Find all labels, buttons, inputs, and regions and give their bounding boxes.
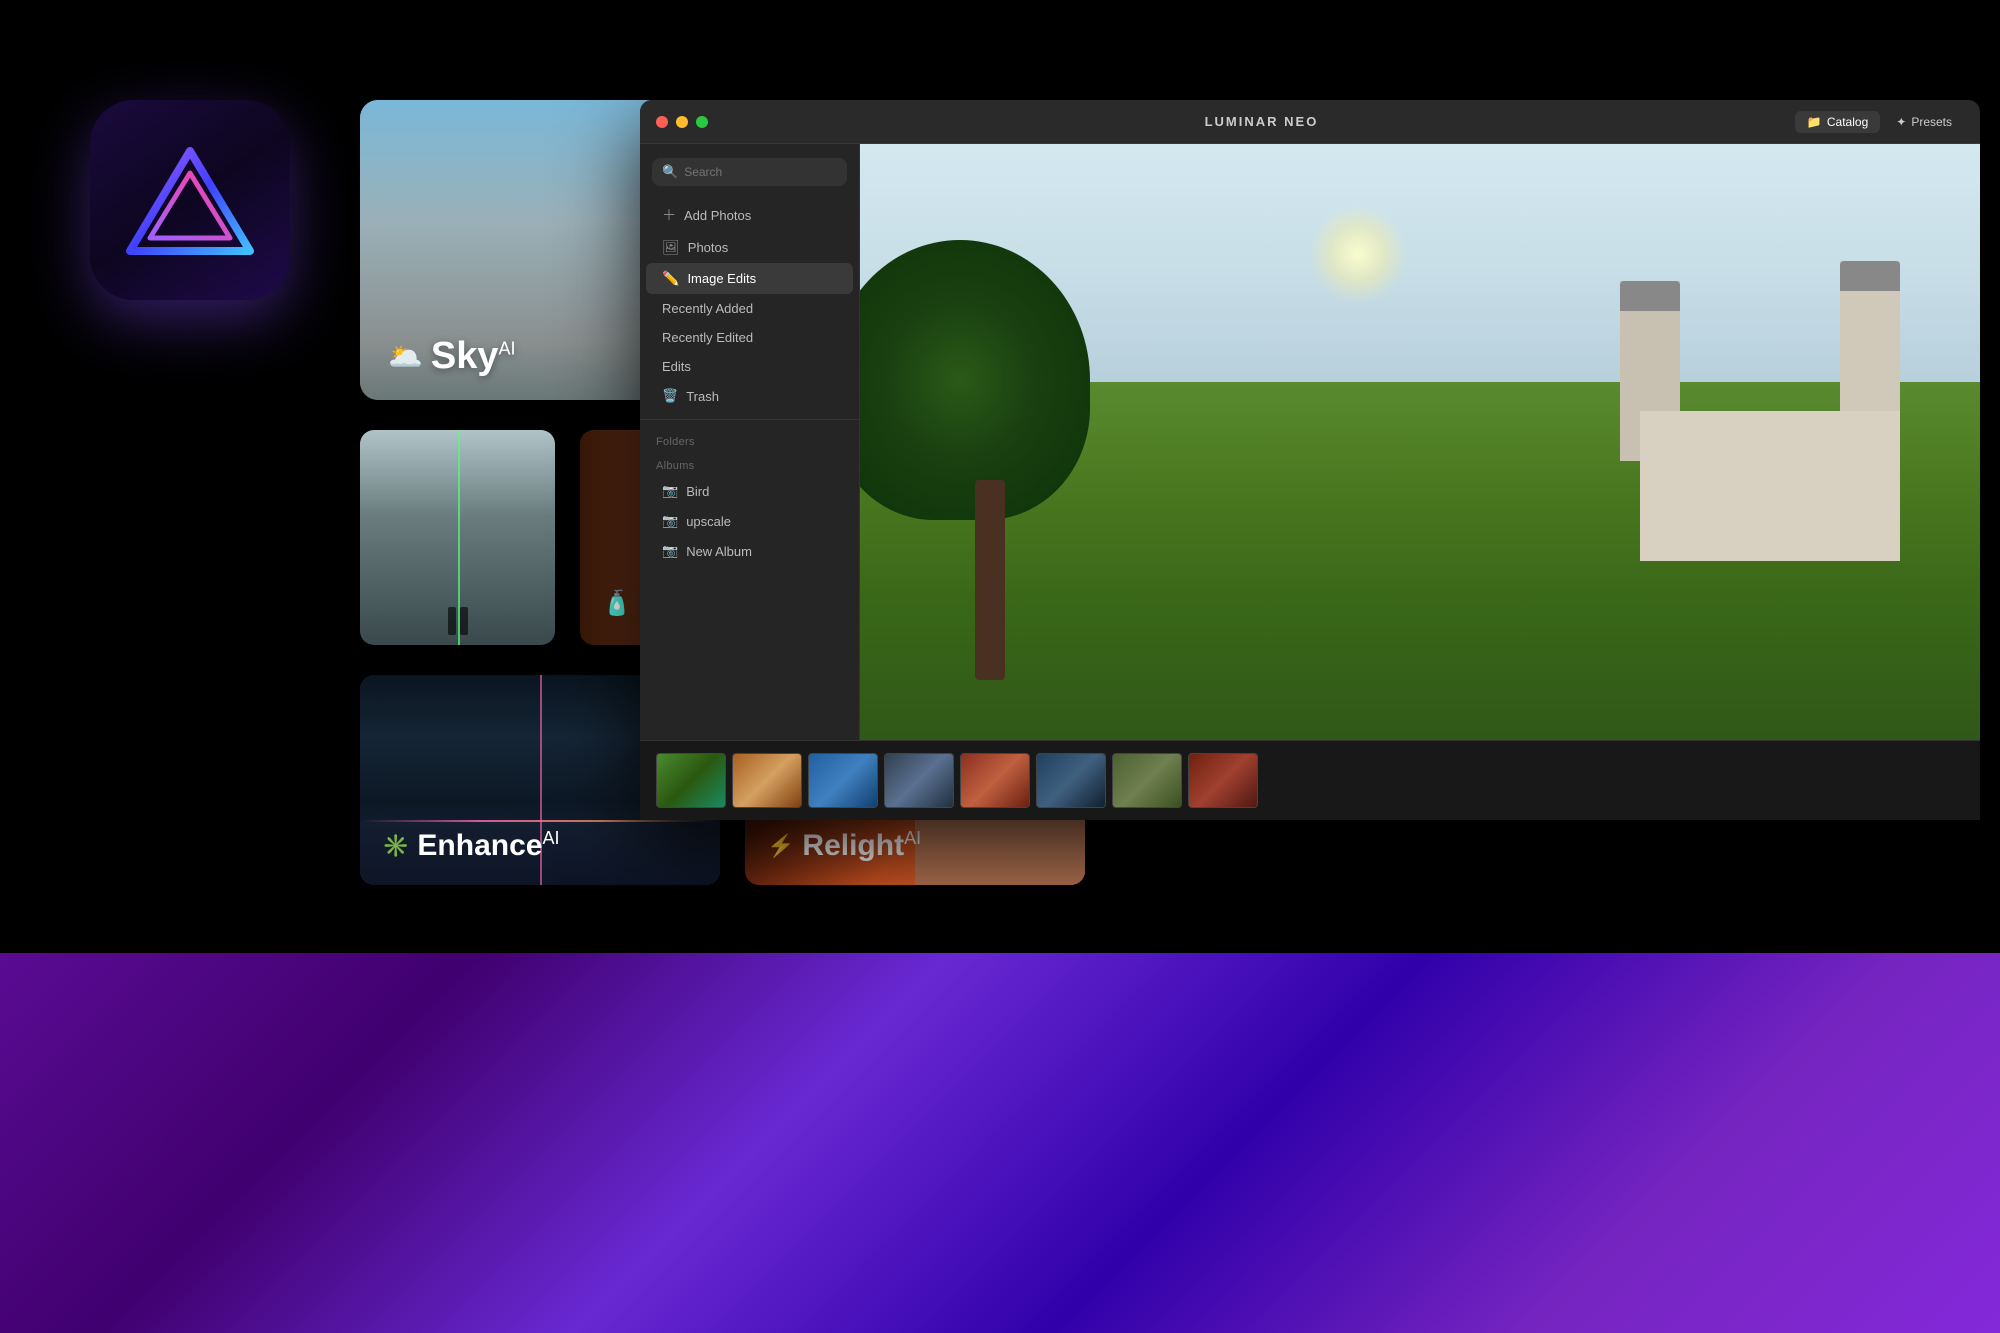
trash-icon: 🗑️ <box>662 388 678 404</box>
relight-label-text: RelightAI <box>802 828 921 863</box>
catalog-label: Catalog <box>1827 115 1868 129</box>
edits-label: Edits <box>662 359 691 374</box>
landscape-figures <box>448 607 468 635</box>
presets-button[interactable]: ✦ Presets <box>1884 111 1964 133</box>
photo-tree <box>890 263 1090 680</box>
film-strip[interactable] <box>640 740 1980 820</box>
photos-icon: 🖼 <box>662 239 680 256</box>
sky-cloud-icon: 🌥️ <box>388 340 423 373</box>
add-photos-label: Add Photos <box>684 208 751 223</box>
tree-trunk <box>975 480 1005 680</box>
title-actions: 📁 Catalog ✦ Presets <box>1795 111 1964 133</box>
sky-ai-badge: AI <box>499 338 516 358</box>
castle-tower-top-left <box>1620 281 1680 311</box>
presets-label: Presets <box>1911 115 1952 129</box>
film-thumb-7[interactable] <box>1112 753 1182 808</box>
sidebar: 🔍 ＋ Add Photos 🖼 Photos ✏️ Image Edits R… <box>640 144 860 740</box>
albums-section-label: Albums <box>640 452 859 476</box>
app-icon <box>90 100 290 300</box>
search-icon: 🔍 <box>662 164 678 180</box>
enhance-star-icon: ✳️ <box>382 833 409 859</box>
add-photos-icon: ＋ <box>662 205 676 225</box>
trash-label: Trash <box>686 389 719 404</box>
relight-bolt-icon: ⚡ <box>767 833 794 859</box>
sidebar-divider-1 <box>640 419 859 420</box>
all-photos-label: Photos <box>688 240 728 255</box>
figure-2 <box>460 607 468 635</box>
sidebar-item-add-photos[interactable]: ＋ Add Photos <box>646 198 853 232</box>
film-thumb-8[interactable] <box>1188 753 1258 808</box>
photo-sun-glow <box>1308 204 1408 304</box>
film-thumb-1[interactable] <box>656 753 726 808</box>
title-bar: LUMINAR NEO 📁 Catalog ✦ Presets <box>640 100 1980 144</box>
app-icon-svg <box>125 143 255 258</box>
folders-section-label: Folders <box>640 428 859 452</box>
presets-icon: ✦ <box>1896 115 1906 129</box>
sidebar-item-image-edits[interactable]: ✏️ Image Edits <box>646 263 853 294</box>
castle-tower-top-right <box>1840 261 1900 291</box>
album-new-label: New Album <box>686 544 752 559</box>
search-bar[interactable]: 🔍 <box>652 158 847 186</box>
window-close-button[interactable] <box>656 116 668 128</box>
app-title-area: LUMINAR NEO <box>728 114 1795 129</box>
film-thumb-2[interactable] <box>732 753 802 808</box>
window-minimize-button[interactable] <box>676 116 688 128</box>
relight-ai-badge: AI <box>904 828 921 848</box>
sidebar-item-recently-added[interactable]: Recently Added <box>646 294 853 323</box>
background-gradient <box>0 953 2000 1333</box>
search-input[interactable] <box>684 165 839 179</box>
catalog-icon: 📁 <box>1807 115 1822 129</box>
castle-body <box>1640 411 1900 561</box>
album-bird-label: Bird <box>686 484 709 499</box>
skin-bottle-icon: 🧴 <box>602 589 632 618</box>
image-edits-label: Image Edits <box>687 271 756 286</box>
catalog-button[interactable]: 📁 Catalog <box>1795 111 1880 133</box>
film-thumb-4[interactable] <box>884 753 954 808</box>
enhance-card-label: ✳️ EnhanceAI <box>382 828 559 863</box>
photo-castle <box>1620 233 1920 561</box>
sky-label-text: SkyAI <box>431 335 516 378</box>
album-upscale-label: upscale <box>686 514 731 529</box>
sidebar-item-album-bird[interactable]: 📷 Bird <box>646 476 853 506</box>
album-upscale-icon: 📷 <box>662 513 678 529</box>
app-body: 🔍 ＋ Add Photos 🖼 Photos ✏️ Image Edits R… <box>640 144 1980 740</box>
film-thumb-6[interactable] <box>1036 753 1106 808</box>
sidebar-item-album-new[interactable]: 📷 New Album <box>646 536 853 566</box>
sidebar-item-recently-edited[interactable]: Recently Edited <box>646 323 853 352</box>
photo-display <box>860 144 1980 740</box>
sidebar-item-edits[interactable]: Edits <box>646 352 853 381</box>
window-controls <box>656 116 708 128</box>
tree-canopy <box>860 240 1090 520</box>
app-title-text: LUMINAR NEO <box>1205 114 1319 129</box>
figure-1 <box>448 607 456 635</box>
enhance-ai-badge: AI <box>542 828 559 848</box>
sky-card-label: 🌥️ SkyAI <box>388 335 516 378</box>
window-maximize-button[interactable] <box>696 116 708 128</box>
recently-added-label: Recently Added <box>662 301 753 316</box>
main-photo-view <box>860 144 1980 740</box>
film-thumb-3[interactable] <box>808 753 878 808</box>
sidebar-item-photos[interactable]: 🖼 Photos <box>646 232 853 263</box>
relight-card-label: ⚡ RelightAI <box>767 828 921 863</box>
sidebar-item-trash[interactable]: 🗑️ Trash <box>646 381 853 411</box>
sidebar-item-album-upscale[interactable]: 📷 upscale <box>646 506 853 536</box>
image-edits-icon: ✏️ <box>662 270 679 287</box>
album-bird-icon: 📷 <box>662 483 678 499</box>
recently-edited-label: Recently Edited <box>662 330 753 345</box>
album-new-icon: 📷 <box>662 543 678 559</box>
enhance-label-text: EnhanceAI <box>417 828 559 863</box>
landscape-card <box>360 430 555 645</box>
app-window: LUMINAR NEO 📁 Catalog ✦ Presets 🔍 ＋ <box>640 100 1980 820</box>
film-thumb-5[interactable] <box>960 753 1030 808</box>
